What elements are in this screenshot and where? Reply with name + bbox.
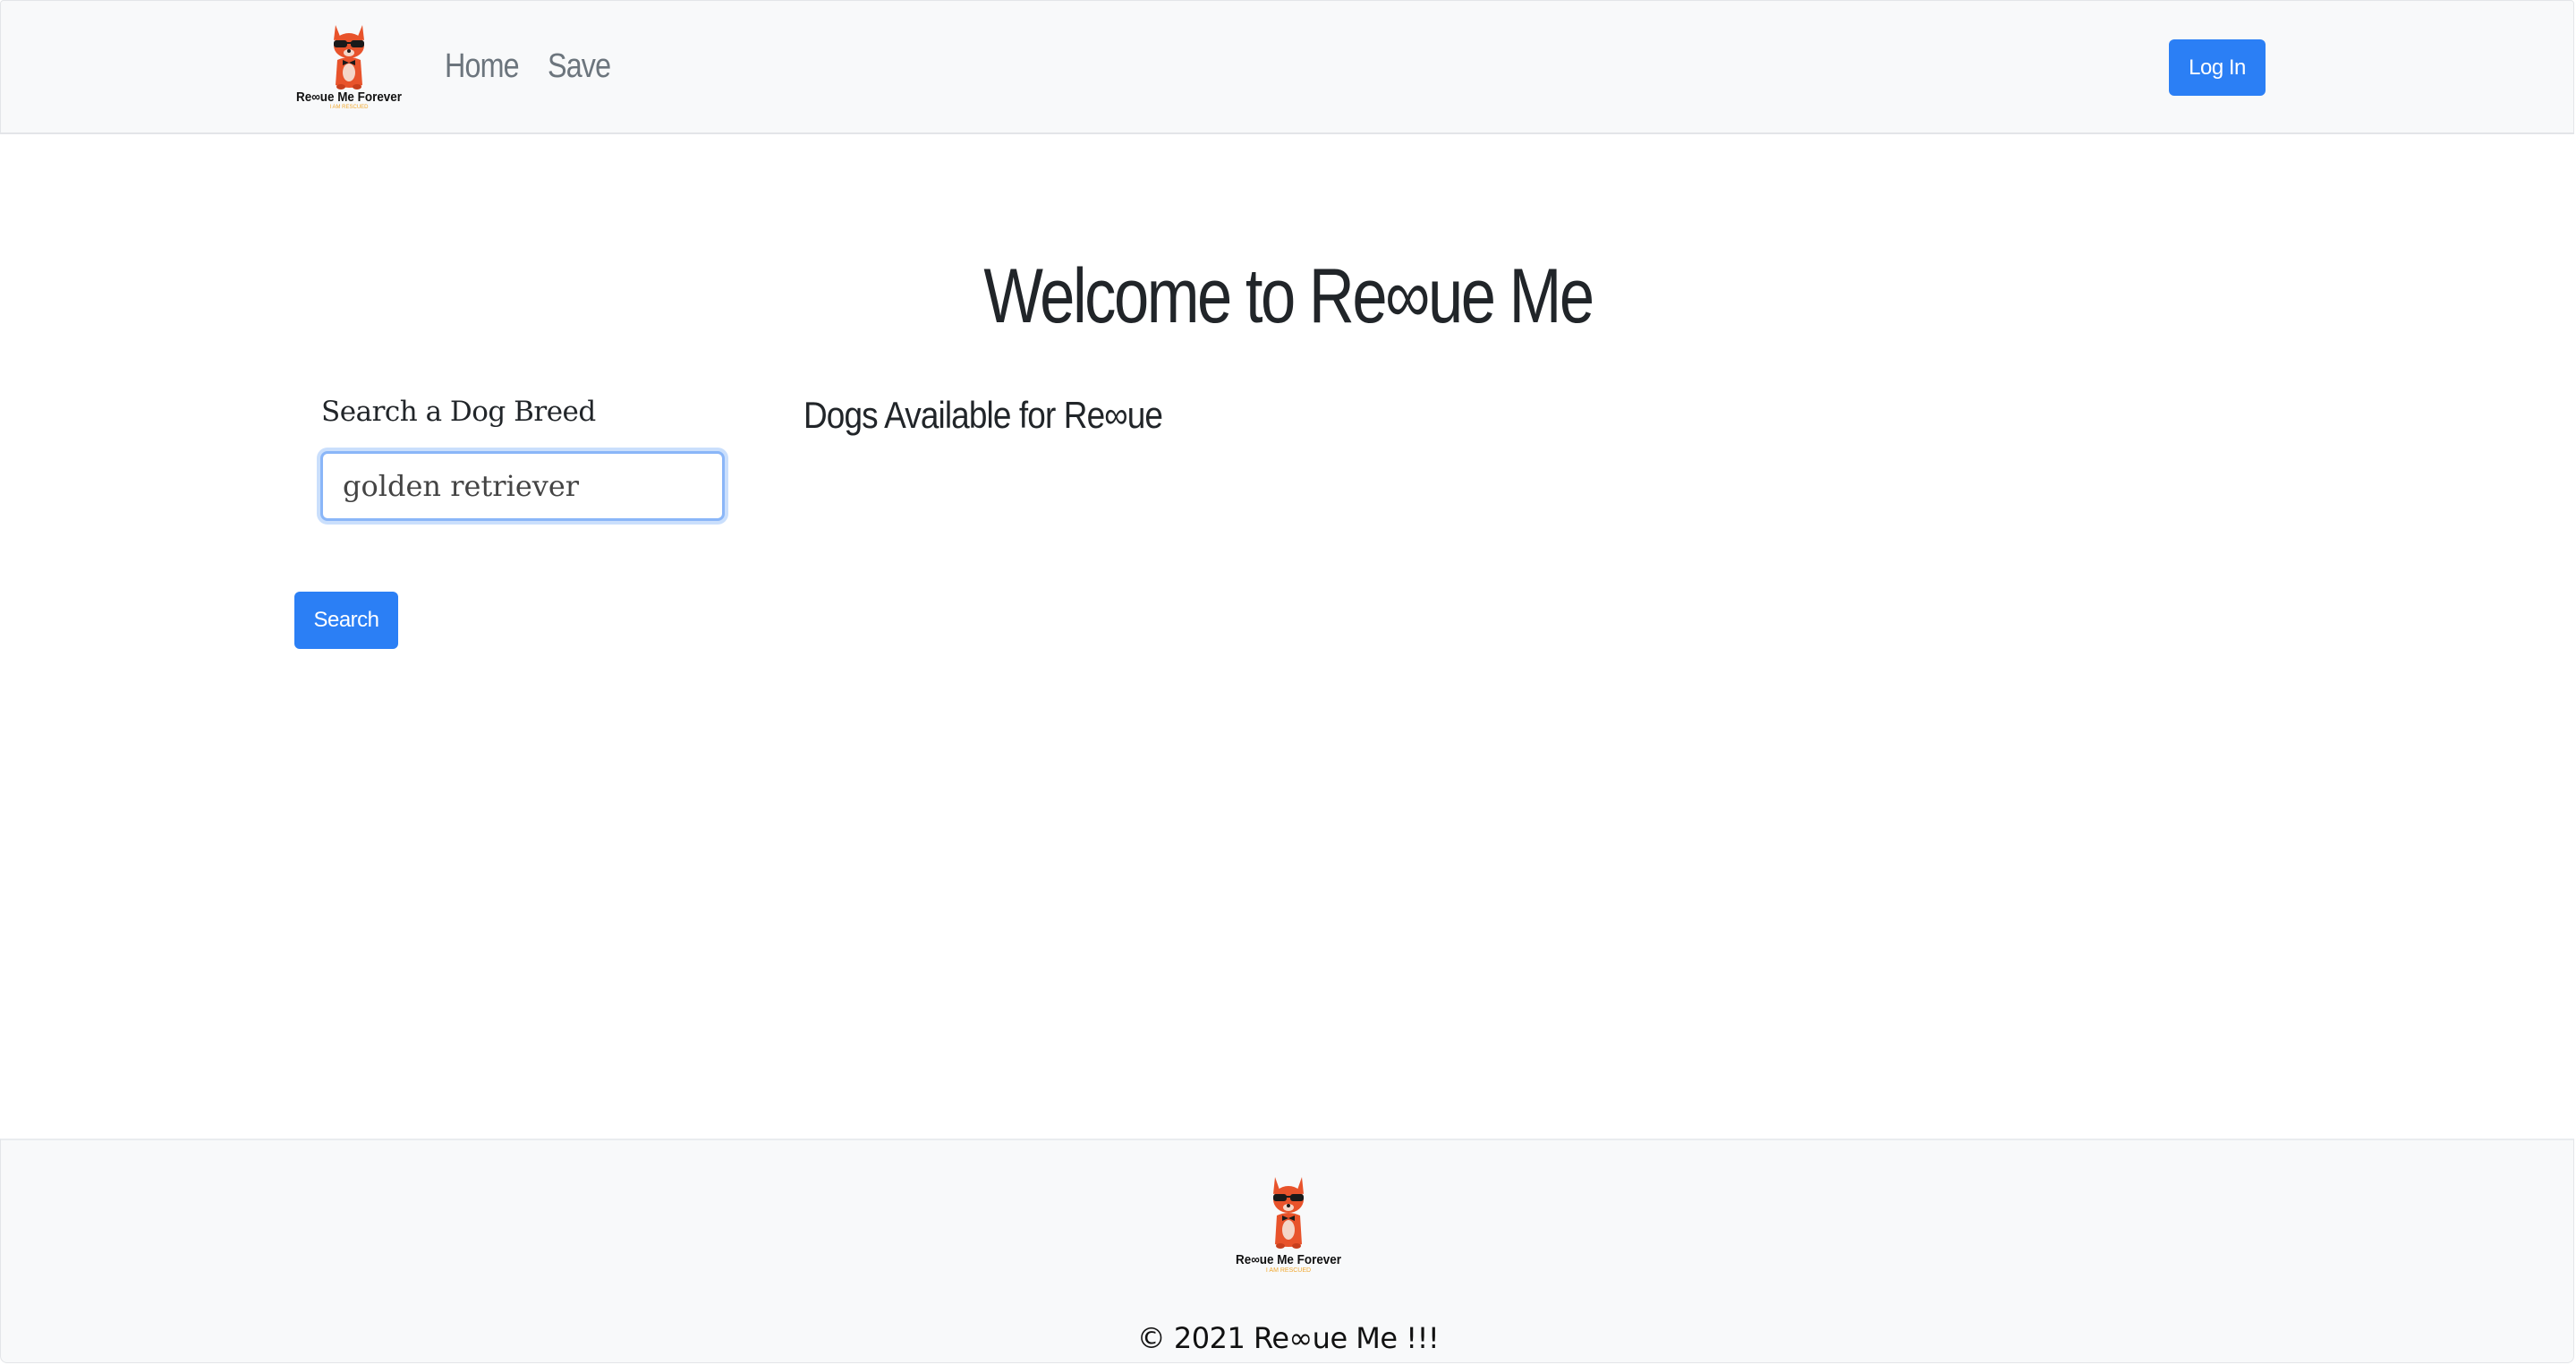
nav-home-link[interactable]: Home [445,47,520,86]
brand-logo-text: Re∞ue Me Forever [296,90,402,105]
nav-save-link[interactable]: Save [548,47,611,86]
dog-logo-icon: Re∞ue Me Forever I AM RESCUED [296,25,402,110]
brand-logo-link[interactable]: Re∞ue Me Forever I AM RESCUED [294,21,404,110]
breed-search-input[interactable] [320,451,725,521]
footer-logo: Re∞ue Me Forever I AM RESCUED [1234,1173,1343,1280]
top-navbar: Re∞ue Me Forever I AM RESCUED Home Save … [0,0,2574,134]
login-button[interactable]: Log In [2169,39,2266,96]
dogs-available-heading: Dogs Available for Re∞ue [803,394,1163,436]
copyright-text: © 2021 Re∞ue Me !!! [1136,1321,1440,1355]
footer-logo-subtext: I AM RESCUED [1266,1267,1311,1274]
search-label: Search a Dog Breed [321,396,596,428]
brand-logo-subtext: I AM RESCUED [329,105,369,110]
page-title: Welcome to Re∞ue Me [983,253,1594,339]
footer: Re∞ue Me Forever I AM RESCUED © 2021 Re∞… [0,1139,2574,1363]
footer-logo-text: Re∞ue Me Forever [1236,1252,1341,1267]
search-button[interactable]: Search [294,592,398,649]
dog-logo-icon: Re∞ue Me Forever I AM RESCUED [1236,1177,1341,1274]
